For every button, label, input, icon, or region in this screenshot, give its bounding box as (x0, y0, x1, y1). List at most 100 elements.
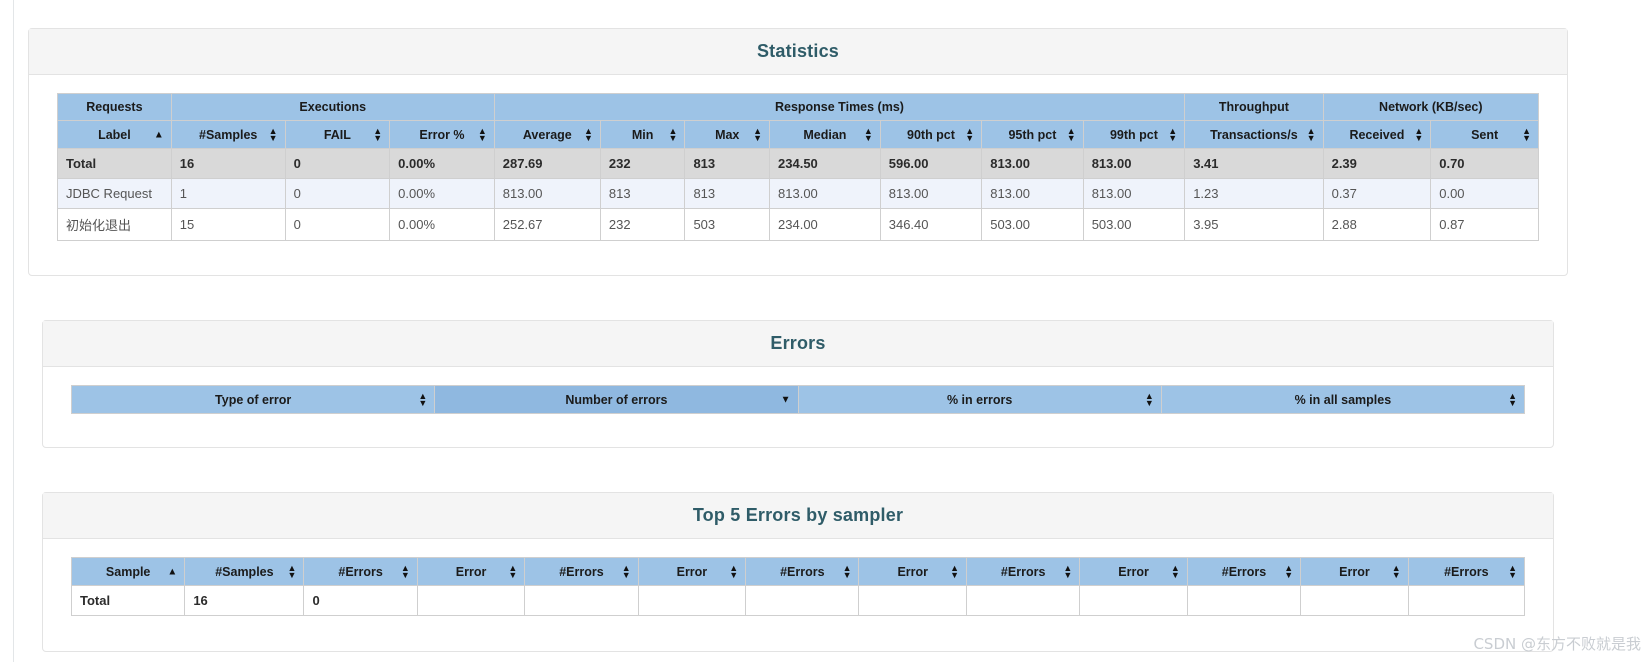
top5-col-error-4[interactable]: Error ▲ ▼ (1079, 557, 1188, 586)
cell-sample: Total (70, 585, 186, 616)
sort-both-icon: ▲ ▼ (287, 562, 297, 580)
cell-error-5 (1300, 585, 1409, 616)
statistics-table: Requests Executions Response Times (ms) … (57, 93, 1540, 241)
top5-col-error-5-text: Error (1339, 564, 1370, 579)
cell-99pct: 813.00 (1082, 148, 1186, 179)
sort-both-icon: ▲ ▼ (477, 125, 487, 143)
stat-col-transactions[interactable]: Transactions/s ▲ ▼ (1184, 120, 1324, 149)
cell-error-pct: 0.00% (389, 148, 495, 179)
cell-min: 813 (599, 178, 686, 209)
cell-transactions: 3.95 (1184, 208, 1324, 241)
stat-col-95pct[interactable]: 95th pct ▲ ▼ (981, 120, 1084, 149)
top5-col-samples[interactable]: #Samples ▲ ▼ (184, 557, 305, 586)
top5-table-head: Sample ▲▼ #Samples ▲▼ #Errors ▲▼ Error ▲▼ #E… (70, 557, 1526, 586)
sort-asc-icon: ▲▼ (153, 129, 164, 140)
cell-95pct: 813.00 (981, 148, 1084, 179)
cell-error-1 (416, 585, 526, 616)
errors-col-pct-in-errors[interactable]: % in errors ▲ ▼ (797, 385, 1162, 414)
cell-90pct: 813.00 (879, 178, 983, 209)
sort-both-icon: ▲ ▼ (1066, 125, 1076, 143)
cell-received: 2.39 (1322, 148, 1432, 179)
stat-col-min-text: Min (631, 127, 654, 142)
top5-table-body: Total 16 0 (70, 585, 1526, 616)
cell-95pct: 503.00 (981, 208, 1084, 241)
sort-both-icon: ▲ ▼ (1168, 125, 1178, 143)
cell-errors-4 (965, 585, 1081, 616)
stat-col-fail[interactable]: FAIL ▲ ▼ (284, 120, 391, 149)
stat-col-median-text: Median (803, 127, 847, 142)
errors-col-pct-all-samples[interactable]: % in all samples ▲ ▼ (1160, 385, 1526, 414)
stat-col-samples-text: #Samples (199, 127, 258, 142)
stat-col-fail-text: FAIL (323, 127, 351, 142)
sort-desc-icon: ▲▼ (780, 394, 791, 405)
stat-col-samples[interactable]: #Samples ▲ ▼ (170, 120, 286, 149)
sort-both-icon: ▲ ▼ (1508, 562, 1517, 580)
errors-column-header-row: Type of error ▲▼ Number of errors ▲▼ % in … (70, 385, 1526, 414)
cell-samples: 16 (170, 148, 286, 179)
top5-col-error-2[interactable]: Error ▲ ▼ (637, 557, 747, 586)
cell-min: 232 (599, 148, 686, 179)
top5-col-errors-4[interactable]: #Errors ▲ ▼ (965, 557, 1081, 586)
top5-col-error-5[interactable]: Error ▲ ▼ (1300, 557, 1409, 586)
top5-col-samples-text: #Samples (215, 564, 274, 579)
cell-samples: 16 (184, 585, 305, 616)
top5-col-error-1[interactable]: Error ▲ ▼ (416, 557, 526, 586)
top5-col-errors-3[interactable]: #Errors ▲ ▼ (745, 557, 860, 586)
stat-col-90pct-text: 90th pct (907, 127, 955, 142)
cell-90pct: 346.40 (879, 208, 983, 241)
cell-90pct: 596.00 (879, 148, 983, 179)
stat-col-transactions-text: Transactions/s (1210, 127, 1298, 142)
sort-both-icon: ▲ ▼ (1284, 562, 1294, 580)
report-page: Statistics Requests Executions Response … (0, 0, 1649, 662)
sort-both-icon: ▲ ▼ (863, 125, 873, 143)
stat-col-error-pct[interactable]: Error % ▲ ▼ (389, 120, 495, 149)
table-row[interactable]: 初始化退出 15 0 0.00% 252.67 232 503 234.00 3… (57, 208, 1539, 241)
sort-both-icon: ▲ ▼ (1063, 562, 1073, 580)
stat-col-99pct-text: 99th pct (1109, 127, 1158, 142)
statistics-panel-body: Requests Executions Response Times (ms) … (29, 75, 1567, 263)
stat-col-sent-text: Sent (1471, 127, 1499, 142)
cell-error-3 (858, 585, 967, 616)
stat-col-median[interactable]: Median ▲ ▼ (769, 120, 881, 149)
top5-col-errors-5[interactable]: #Errors ▲ ▼ (1186, 557, 1302, 586)
cell-label: Total (57, 148, 172, 179)
stat-col-max[interactable]: Max ▲ ▼ (684, 120, 771, 149)
stat-col-sent[interactable]: Sent ▲ ▼ (1430, 120, 1539, 149)
cell-error-4 (1079, 585, 1188, 616)
cell-errors-5 (1186, 585, 1302, 616)
cell-transactions: 3.41 (1184, 148, 1324, 179)
stat-group-network: Network (KB/sec) (1322, 93, 1540, 121)
table-row[interactable]: Total 16 0 (70, 585, 1526, 616)
cell-average: 813.00 (493, 178, 601, 209)
top5-col-errors-2[interactable]: #Errors ▲ ▼ (524, 557, 639, 586)
stat-col-label[interactable]: Label ▲▼ (57, 120, 172, 149)
statistics-table-head: Requests Executions Response Times (ms) … (57, 93, 1540, 149)
top5-col-sample[interactable]: Sample ▲▼ (70, 557, 186, 586)
top5-col-error-3[interactable]: Error ▲ ▼ (858, 557, 967, 586)
cell-95pct: 813.00 (981, 178, 1084, 209)
cell-sent: 0.70 (1430, 148, 1539, 179)
table-row[interactable]: JDBC Request 1 0 0.00% 813.00 813 813 81… (57, 178, 1539, 209)
top5-title: Top 5 Errors by sampler (692, 505, 904, 525)
stat-col-99pct[interactable]: 99th pct ▲ ▼ (1082, 120, 1186, 149)
stat-col-received[interactable]: Received ▲ ▼ (1322, 120, 1432, 149)
errors-panel-heading: Errors (43, 321, 1553, 367)
sort-both-icon: ▲ ▼ (508, 562, 518, 580)
errors-col-number[interactable]: Number of errors ▲▼ (434, 385, 799, 414)
errors-col-type[interactable]: Type of error ▲ ▼ (70, 385, 436, 414)
stat-col-min[interactable]: Min ▲ ▼ (599, 120, 686, 149)
top5-col-errors-4-text: #Errors (1000, 564, 1046, 579)
stat-col-received-text: Received (1349, 127, 1405, 142)
top5-col-errors-1[interactable]: #Errors ▲ ▼ (303, 557, 418, 586)
stat-col-average[interactable]: Average ▲ ▼ (493, 120, 601, 149)
statistics-table-body: Total 16 0 0.00% 287.69 232 813 234.50 5… (57, 148, 1539, 241)
table-row[interactable]: Total 16 0 0.00% 287.69 232 813 234.50 5… (57, 148, 1539, 179)
top5-panel-body: Sample ▲▼ #Samples ▲▼ #Errors ▲▼ Error ▲▼ #E… (43, 539, 1553, 636)
cell-median: 813.00 (769, 178, 881, 209)
stat-col-90pct[interactable]: 90th pct ▲ ▼ (879, 120, 983, 149)
top5-col-errors-6[interactable]: #Errors ▲ ▼ (1407, 557, 1526, 586)
top5-col-errors-6-text: #Errors (1444, 564, 1489, 579)
top5-col-errors-5-text: #Errors (1221, 564, 1267, 579)
errors-col-type-text: Type of error (215, 392, 292, 407)
sort-both-icon: ▲ ▼ (1144, 390, 1154, 408)
